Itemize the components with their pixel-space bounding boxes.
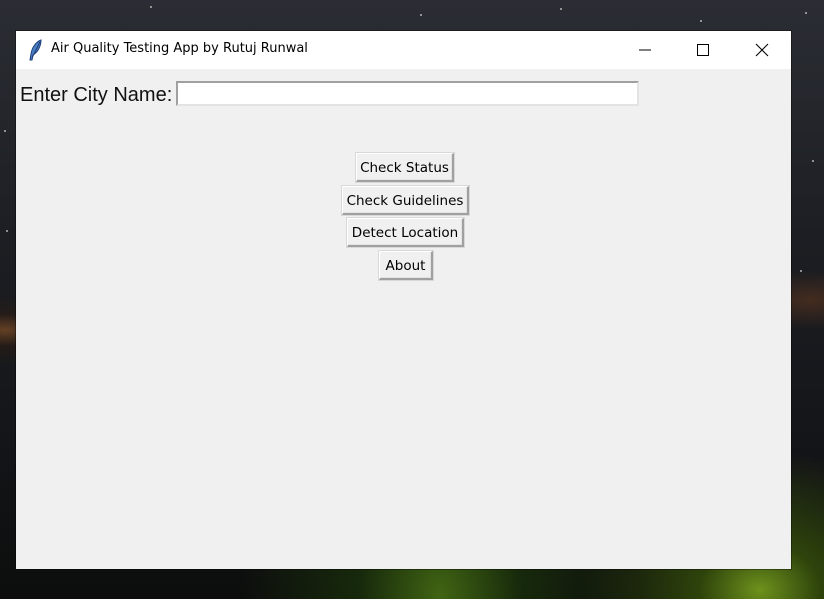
- check-status-button[interactable]: Check Status: [356, 153, 454, 182]
- wallpaper-star: [700, 20, 702, 22]
- app-window: Air Quality Testing App by Rutuj Runwal …: [16, 31, 791, 569]
- window-content: Enter City Name: Check Status Check Guid…: [16, 69, 791, 569]
- check-guidelines-button[interactable]: Check Guidelines: [342, 186, 469, 215]
- close-button[interactable]: [733, 31, 791, 69]
- about-button[interactable]: About: [379, 251, 433, 280]
- feather-icon: [28, 39, 44, 61]
- detect-location-button[interactable]: Detect Location: [347, 218, 464, 247]
- close-icon: [755, 43, 769, 57]
- minimize-icon: [639, 49, 651, 51]
- minimize-button[interactable]: [616, 31, 674, 69]
- city-name-label: Enter City Name:: [20, 84, 173, 106]
- window-title: Air Quality Testing App by Rutuj Runwal: [51, 41, 308, 56]
- wallpaper-star: [560, 8, 562, 10]
- wallpaper-star: [4, 130, 6, 132]
- maximize-icon: [697, 44, 709, 56]
- city-name-input[interactable]: [176, 81, 639, 106]
- maximize-button[interactable]: [674, 31, 732, 69]
- wallpaper-star: [150, 6, 152, 8]
- wallpaper-star: [6, 230, 8, 232]
- title-bar[interactable]: Air Quality Testing App by Rutuj Runwal: [16, 31, 791, 69]
- wallpaper-star: [420, 14, 422, 16]
- wallpaper-star: [800, 270, 802, 272]
- wallpaper-star: [812, 160, 814, 162]
- wallpaper-star: [805, 12, 807, 14]
